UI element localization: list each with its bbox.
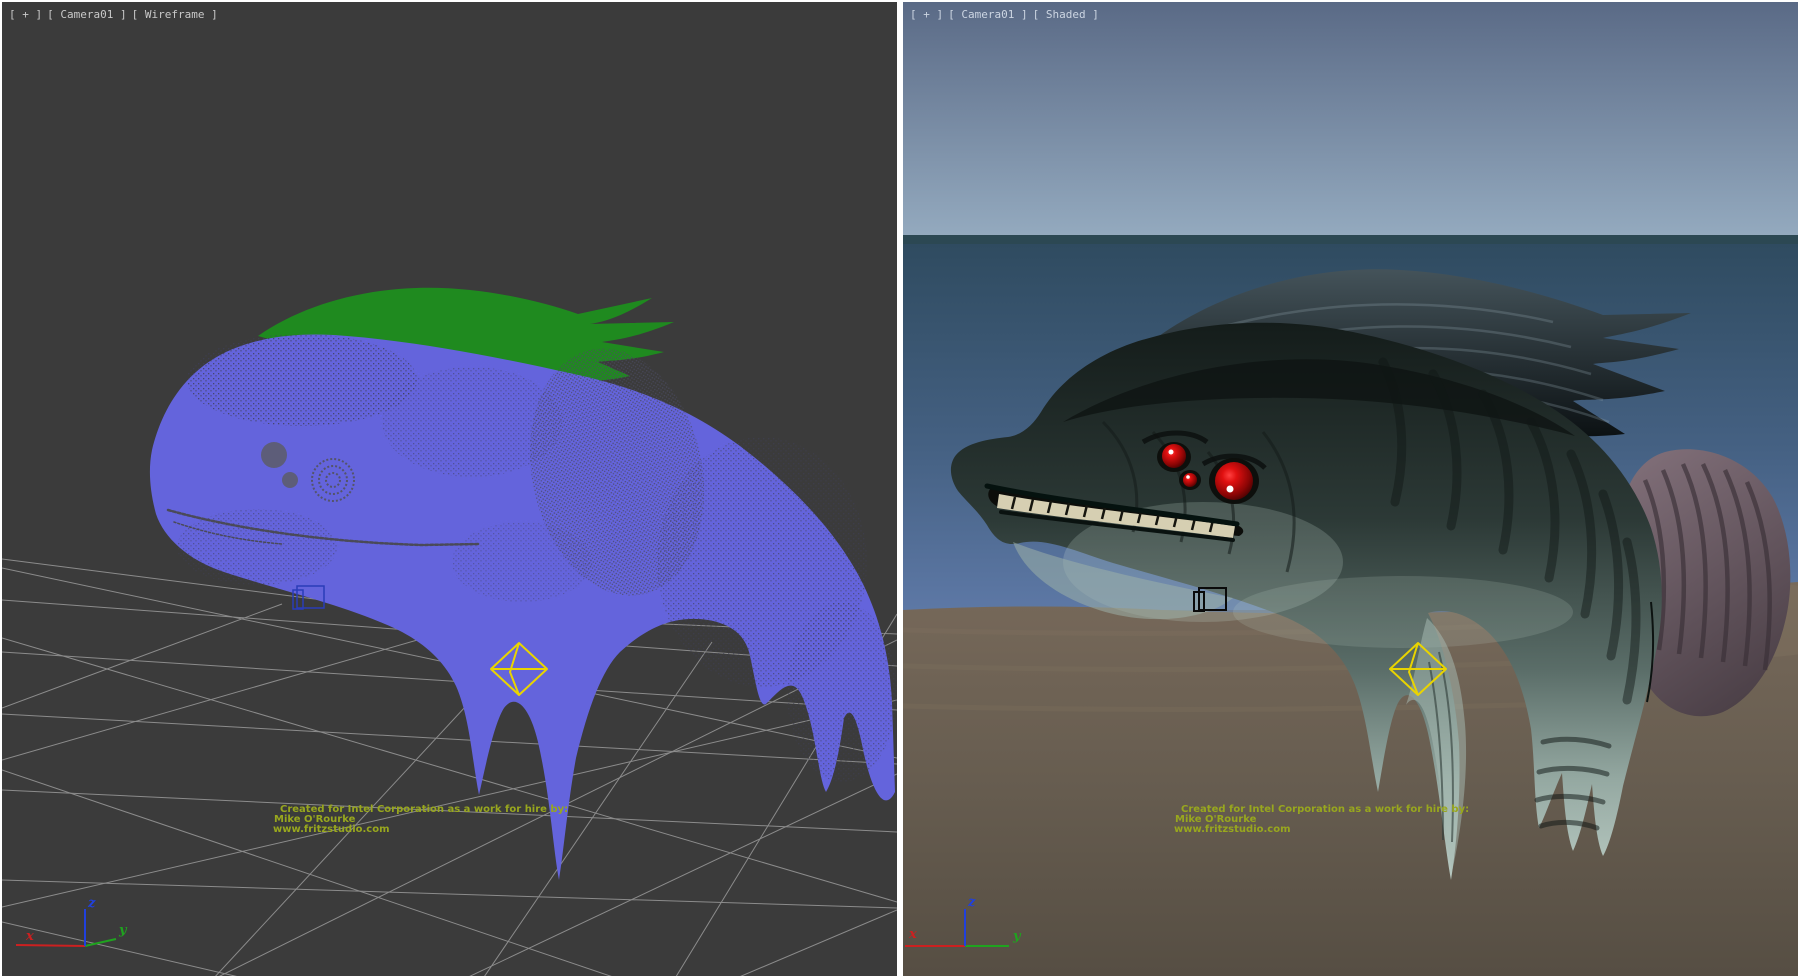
shaded-scene: Created for Intel Corporation as a work … <box>903 2 1798 976</box>
viewport-menu-left: [ + ] [ Camera01 ] [ Wireframe ] <box>9 8 218 21</box>
viewport-expand-menu[interactable]: [ + ] <box>910 8 943 21</box>
sky <box>903 2 1798 237</box>
viewport-camera-menu[interactable]: [ Camera01 ] <box>948 8 1027 21</box>
viewport-wireframe[interactable]: [ + ] [ Camera01 ] [ Wireframe ] <box>2 2 897 976</box>
viewport-menu-right: [ + ] [ Camera01 ] [ Shaded ] <box>910 8 1099 21</box>
viewport-expand-menu[interactable]: [ + ] <box>9 8 42 21</box>
svg-text:www.fritzstudio.com: www.fritzstudio.com <box>273 824 390 835</box>
axis-y-label: y <box>1012 929 1022 944</box>
axis-x-label: x <box>908 927 917 942</box>
axis-y-label: y <box>118 923 128 938</box>
viewport-shaded[interactable]: [ + ] [ Camera01 ] [ Shaded ] <box>903 2 1798 976</box>
viewport-camera-menu[interactable]: [ Camera01 ] <box>47 8 126 21</box>
horizon-band <box>903 235 1798 244</box>
watermark-left: Created for Intel Corporation as a work … <box>273 804 568 835</box>
dual-viewport-frame: [ + ] [ Camera01 ] [ Wireframe ] <box>0 0 1800 978</box>
viewport-shading-menu[interactable]: [ Wireframe ] <box>132 8 218 21</box>
axis-z-label: z <box>87 896 96 911</box>
axis-z-label: z <box>967 895 976 910</box>
wireframe-scene: Created for Intel Corporation as a work … <box>2 2 897 976</box>
viewport-shading-menu[interactable]: [ Shaded ] <box>1033 8 1099 21</box>
svg-text:www.fritzstudio.com: www.fritzstudio.com <box>1174 824 1291 835</box>
axis-x-label: x <box>25 929 34 944</box>
